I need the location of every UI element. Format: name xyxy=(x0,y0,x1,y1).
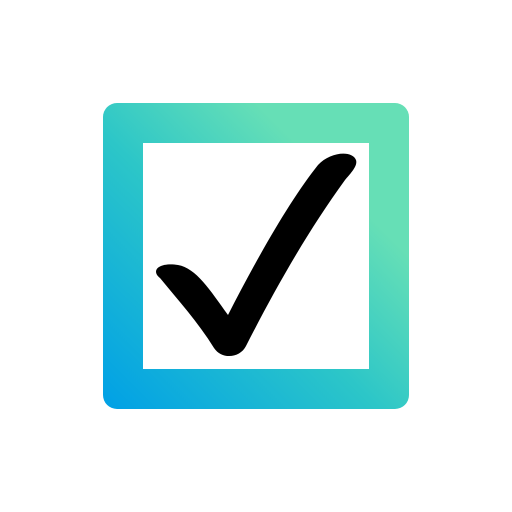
checkbox-icon-graphic xyxy=(103,103,409,409)
checkbox-checked-icon xyxy=(0,0,512,512)
